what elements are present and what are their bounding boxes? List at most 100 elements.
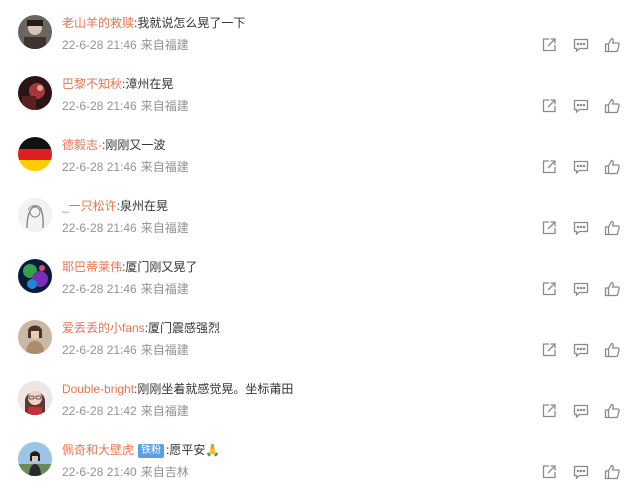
thumbs-up-icon xyxy=(604,464,620,480)
comment-item: 爱丢丢的小fans:厦门震感强烈 22-6-28 21:46 来自福建 xyxy=(0,305,636,366)
comment-content: 耶巴蒂莱伟:厦门刚又晃了 xyxy=(62,259,197,275)
share-icon xyxy=(542,465,556,479)
share-button[interactable] xyxy=(540,97,558,115)
avatar[interactable] xyxy=(18,76,52,110)
thumbs-up-icon xyxy=(604,98,620,114)
comment-content: Double-bright:刚刚坐着就感觉晃。坐标莆田 xyxy=(62,381,293,397)
comment-meta: 22-6-28 21:46 来自福建 xyxy=(62,37,189,53)
like-button[interactable] xyxy=(603,36,621,54)
like-button[interactable] xyxy=(603,280,621,298)
reply-button[interactable] xyxy=(572,36,590,54)
timestamp: 22-6-28 21:46 xyxy=(62,38,137,52)
thumbs-up-icon xyxy=(604,159,620,175)
username-link[interactable]: Double-bright xyxy=(62,382,134,396)
avatar[interactable] xyxy=(18,137,52,171)
share-icon xyxy=(542,221,556,235)
comment-item: Double-bright:刚刚坐着就感觉晃。坐标莆田 22-6-28 21:4… xyxy=(0,366,636,427)
reply-button[interactable] xyxy=(572,402,590,420)
timestamp: 22-6-28 21:42 xyxy=(62,404,137,418)
username-link[interactable]: 老山羊的救赎 xyxy=(62,16,134,30)
avatar[interactable] xyxy=(18,259,52,293)
username-link[interactable]: 爱丢丢的小fans xyxy=(62,321,145,335)
comment-list: 老山羊的救赎:我就说怎么晃了一下 22-6-28 21:46 来自福建 巴黎不知秋… xyxy=(0,0,636,495)
reply-button[interactable] xyxy=(572,158,590,176)
reply-button[interactable] xyxy=(572,463,590,481)
location-source: 来自福建 xyxy=(140,343,189,357)
timestamp: 22-6-28 21:40 xyxy=(62,465,137,479)
like-button[interactable] xyxy=(603,463,621,481)
avatar[interactable] xyxy=(18,320,52,354)
avatar[interactable] xyxy=(18,15,52,49)
thumbs-up-icon xyxy=(604,220,620,236)
comment-icon xyxy=(573,343,589,358)
share-button[interactable] xyxy=(540,402,558,420)
comment-content: 老山羊的救赎:我就说怎么晃了一下 xyxy=(62,15,245,31)
username-link[interactable]: 耶巴蒂莱伟 xyxy=(62,260,122,274)
comment-meta: 22-6-28 21:42 来自福建 xyxy=(62,403,189,419)
share-icon xyxy=(542,343,556,357)
share-button[interactable] xyxy=(540,36,558,54)
share-button[interactable] xyxy=(540,158,558,176)
location-source: 来自福建 xyxy=(140,221,189,235)
timestamp: 22-6-28 21:46 xyxy=(62,221,137,235)
share-icon xyxy=(542,38,556,52)
like-button[interactable] xyxy=(603,402,621,420)
comment-icon xyxy=(573,404,589,419)
username-link[interactable]: _一只松许 xyxy=(62,199,117,213)
comment-icon xyxy=(573,282,589,297)
like-button[interactable] xyxy=(603,158,621,176)
comment-text: :刚刚又一波 xyxy=(102,138,166,152)
avatar[interactable] xyxy=(18,442,52,476)
avatar[interactable] xyxy=(18,198,52,232)
reply-button[interactable] xyxy=(572,219,590,237)
comment-meta: 22-6-28 21:46 来自福建 xyxy=(62,98,189,114)
comment-text: :厦门震感强烈 xyxy=(144,321,221,335)
comment-content: 佩奇和大壁虎 铁粉:愿平安🙏 xyxy=(62,442,220,458)
like-button[interactable] xyxy=(603,97,621,115)
comment-item: 耶巴蒂莱伟:厦门刚又晃了 22-6-28 21:46 来自福建 xyxy=(0,244,636,305)
comment-item: 老山羊的救赎:我就说怎么晃了一下 22-6-28 21:46 来自福建 xyxy=(0,0,636,61)
username-link[interactable]: 巴黎不知秋 xyxy=(62,77,122,91)
comment-icon xyxy=(573,160,589,175)
comment-item: 佩奇和大壁虎 铁粉:愿平安🙏 22-6-28 21:40 来自吉林 xyxy=(0,427,636,488)
comment-icon xyxy=(573,38,589,53)
share-button[interactable] xyxy=(540,280,558,298)
comment-meta: 22-6-28 21:46 来自福建 xyxy=(62,159,189,175)
comment-text: :愿平安🙏 xyxy=(166,443,221,457)
like-button[interactable] xyxy=(603,341,621,359)
comment-text: :刚刚坐着就感觉晃。坐标莆田 xyxy=(134,382,294,396)
location-source: 来自福建 xyxy=(140,38,189,52)
location-source: 来自福建 xyxy=(140,160,189,174)
comment-item: 巴黎不知秋:漳州在晃 22-6-28 21:46 来自福建 xyxy=(0,61,636,122)
location-source: 来自福建 xyxy=(140,99,189,113)
reply-button[interactable] xyxy=(572,341,590,359)
location-source: 来自福建 xyxy=(140,282,189,296)
comment-meta: 22-6-28 21:46 来自福建 xyxy=(62,281,189,297)
comment-icon xyxy=(573,99,589,114)
share-icon xyxy=(542,282,556,296)
timestamp: 22-6-28 21:46 xyxy=(62,160,137,174)
comment-content: _一只松许:泉州在晃 xyxy=(62,198,168,214)
timestamp: 22-6-28 21:46 xyxy=(62,282,137,296)
share-icon xyxy=(542,99,556,113)
comment-text: :泉州在晃 xyxy=(116,199,169,213)
share-icon xyxy=(542,404,556,418)
share-icon xyxy=(542,160,556,174)
username-link[interactable]: 德毅志- xyxy=(62,138,102,152)
like-button[interactable] xyxy=(603,219,621,237)
timestamp: 22-6-28 21:46 xyxy=(62,99,137,113)
reply-button[interactable] xyxy=(572,280,590,298)
comment-content: 德毅志-:刚刚又一波 xyxy=(62,137,165,153)
share-button[interactable] xyxy=(540,341,558,359)
reply-button[interactable] xyxy=(572,97,590,115)
share-button[interactable] xyxy=(540,463,558,481)
avatar[interactable] xyxy=(18,381,52,415)
comment-content: 爱丢丢的小fans:厦门震感强烈 xyxy=(62,320,220,336)
thumbs-up-icon xyxy=(604,403,620,419)
comment-icon xyxy=(573,221,589,236)
comment-text: :漳州在晃 xyxy=(122,77,174,91)
thumbs-up-icon xyxy=(604,342,620,358)
share-button[interactable] xyxy=(540,219,558,237)
username-link[interactable]: 佩奇和大壁虎 xyxy=(62,443,134,457)
fan-badge[interactable]: 铁粉 xyxy=(138,444,165,458)
